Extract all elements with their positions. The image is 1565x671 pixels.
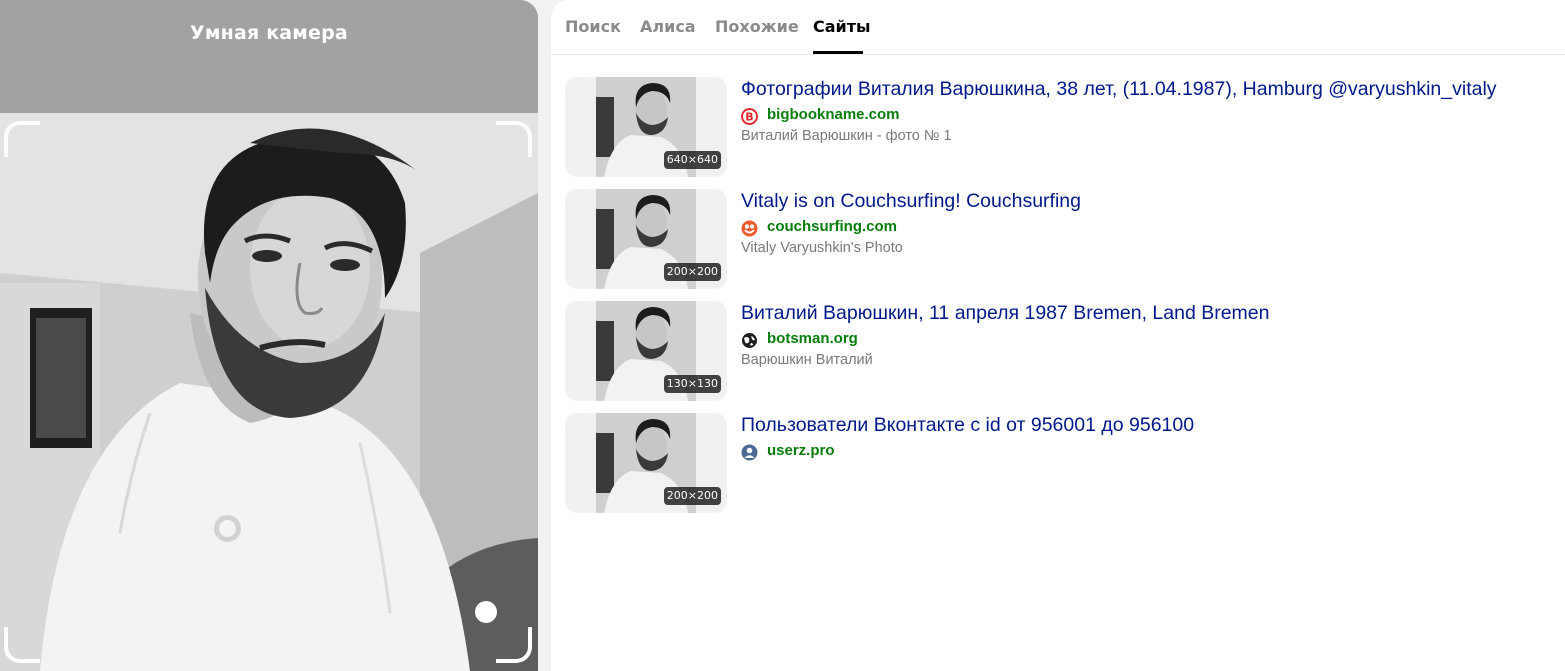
tab-sites[interactable]: Сайты bbox=[813, 17, 871, 36]
globe-icon bbox=[742, 333, 757, 348]
couchsurfing-icon bbox=[741, 220, 758, 237]
svg-text:B: B bbox=[745, 111, 753, 124]
image-size-badge: 200×200 bbox=[663, 263, 721, 281]
image-size-badge: 130×130 bbox=[663, 375, 721, 393]
result-snippet: Виталий Варюшкин - фото № 1 bbox=[741, 128, 952, 144]
crop-corner-bottom-right[interactable] bbox=[496, 627, 532, 663]
result-item: 130×130 Виталий Варюшкин, 11 апреля 1987… bbox=[565, 301, 1555, 401]
person-photo bbox=[0, 113, 538, 671]
active-tab-indicator bbox=[813, 51, 863, 54]
bigbookname-b-icon: B bbox=[741, 108, 758, 125]
result-domain-link[interactable]: couchsurfing.com bbox=[767, 218, 897, 235]
tab-alice[interactable]: Алиса bbox=[640, 17, 696, 36]
camera-title: Умная камера bbox=[190, 22, 348, 44]
crop-corner-top-right[interactable] bbox=[496, 121, 532, 157]
result-thumbnail[interactable]: 640×640 bbox=[565, 77, 727, 177]
result-item: 200×200 Пользователи Вконтакте с id от 9… bbox=[565, 413, 1555, 513]
result-snippet: Vitaly Varyushkin's Photo bbox=[741, 240, 903, 256]
results-panel: Поиск Алиса Похожие Сайты 640×640 Фотогр… bbox=[551, 0, 1565, 671]
camera-header: Умная камера bbox=[0, 0, 538, 113]
smart-camera-panel: Умная камера bbox=[0, 0, 538, 671]
tab-search[interactable]: Поиск bbox=[565, 17, 621, 36]
result-title-link[interactable]: Фотографии Виталия Варюшкина, 38 лет, (1… bbox=[741, 78, 1497, 101]
result-thumbnail[interactable]: 200×200 bbox=[565, 189, 727, 289]
image-size-badge: 640×640 bbox=[663, 151, 721, 169]
result-thumbnail[interactable]: 130×130 bbox=[565, 301, 727, 401]
crop-corner-bottom-left[interactable] bbox=[4, 627, 40, 663]
crop-corner-top-left[interactable] bbox=[4, 121, 40, 157]
user-icon bbox=[741, 444, 758, 461]
result-domain-link[interactable]: bigbookname.com bbox=[767, 106, 900, 123]
query-photo[interactable] bbox=[0, 113, 538, 671]
result-thumbnail[interactable]: 200×200 bbox=[565, 413, 727, 513]
result-domain-link[interactable]: botsman.org bbox=[767, 330, 858, 347]
image-size-badge: 200×200 bbox=[663, 487, 721, 505]
tab-bar: Поиск Алиса Похожие Сайты bbox=[551, 0, 1565, 55]
result-item: 200×200 Vitaly is on Couchsurfing! Couch… bbox=[565, 189, 1555, 289]
result-item: 640×640 Фотографии Виталия Варюшкина, 38… bbox=[565, 77, 1555, 177]
result-title-link[interactable]: Виталий Варюшкин, 11 апреля 1987 Bremen,… bbox=[741, 302, 1269, 325]
result-domain-link[interactable]: userz.pro bbox=[767, 442, 835, 459]
object-marker[interactable] bbox=[214, 515, 241, 542]
result-snippet: Варюшкин Виталий bbox=[741, 352, 873, 368]
object-marker-secondary[interactable] bbox=[475, 601, 497, 623]
result-title-link[interactable]: Vitaly is on Couchsurfing! Couchsurfing bbox=[741, 190, 1081, 213]
tab-similar[interactable]: Похожие bbox=[715, 17, 799, 36]
result-title-link[interactable]: Пользователи Вконтакте с id от 956001 до… bbox=[741, 414, 1194, 437]
